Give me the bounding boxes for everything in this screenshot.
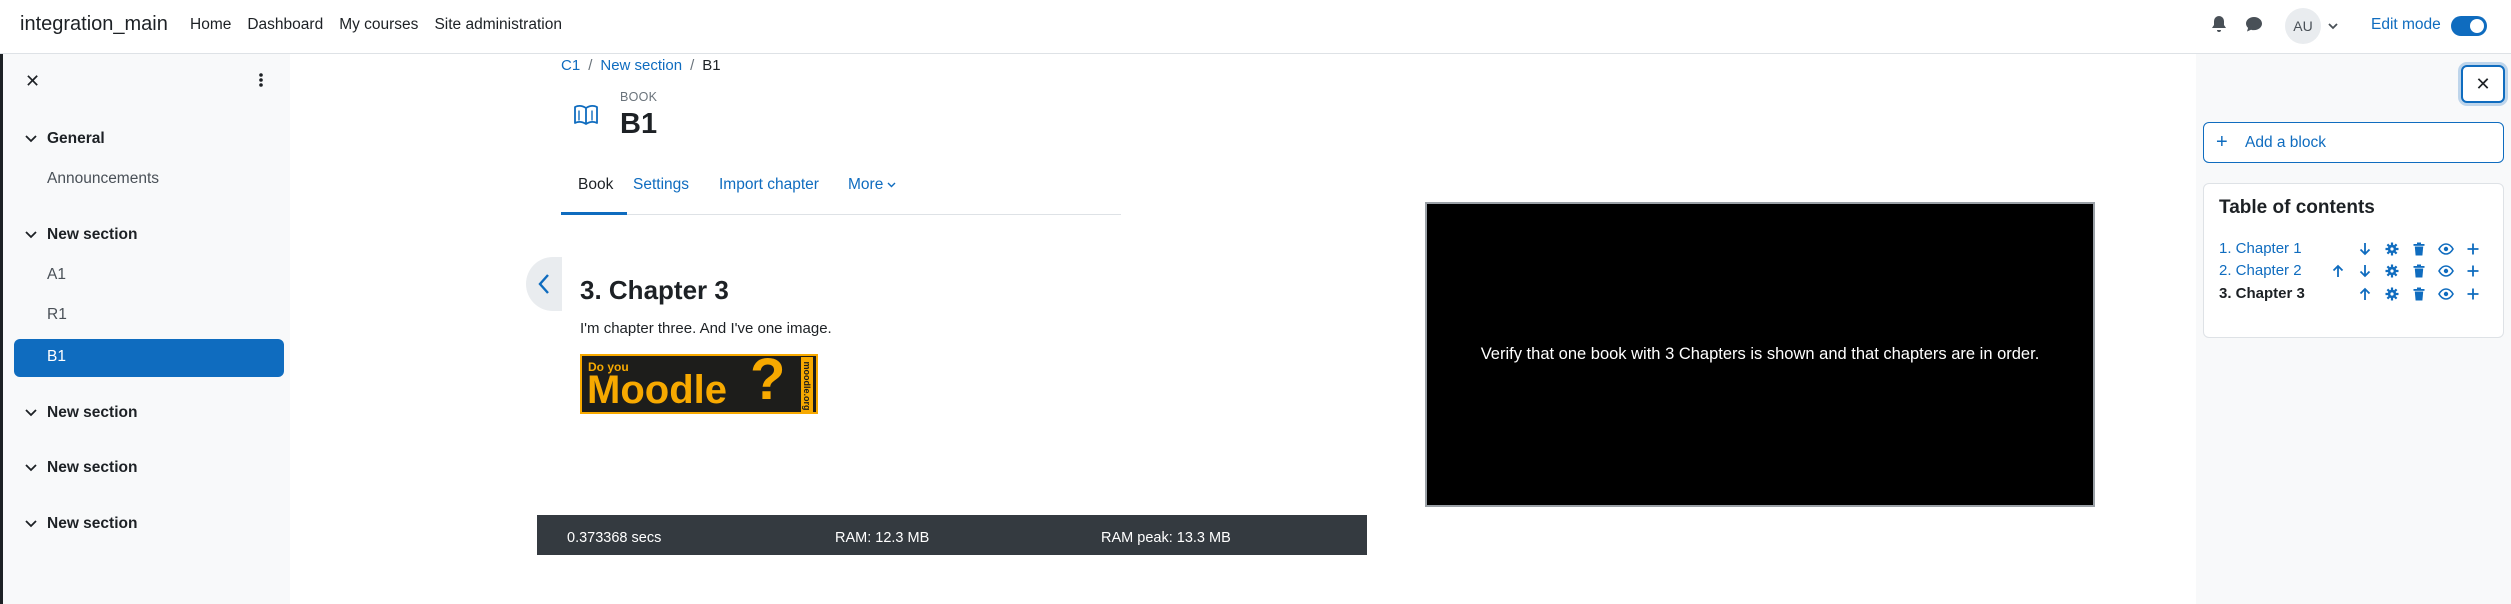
chevron-down-icon[interactable] bbox=[25, 230, 37, 240]
moodle-image: Do you Moodle ? moodle.org bbox=[580, 354, 818, 414]
course-item-announcements[interactable]: Announcements bbox=[47, 170, 159, 188]
performance-footer: 0.373368 secs RAM: 12.3 MB RAM peak: 13.… bbox=[537, 515, 1367, 555]
section-title: New section bbox=[47, 515, 138, 532]
trash-icon[interactable] bbox=[2405, 262, 2432, 280]
eye-icon[interactable] bbox=[2432, 240, 2459, 258]
plus-icon[interactable] bbox=[2459, 240, 2486, 258]
toc-chapter-3-actions bbox=[2351, 285, 2486, 303]
secondary-navigation: Book Settings Import chapter More bbox=[561, 165, 1121, 215]
gear-icon[interactable] bbox=[2378, 240, 2405, 258]
close-icon: ✕ bbox=[2475, 73, 2491, 94]
chevron-down-icon[interactable] bbox=[25, 519, 37, 529]
chevron-down-icon[interactable] bbox=[25, 134, 37, 144]
nav-site-administration[interactable]: Site administration bbox=[434, 16, 562, 34]
toc-chapter-1-actions bbox=[2351, 240, 2486, 258]
chevron-down-icon[interactable] bbox=[2327, 16, 2339, 36]
chevron-down-icon bbox=[887, 182, 896, 188]
course-item-b1-active[interactable]: B1 bbox=[14, 339, 284, 377]
chapter-text: I'm chapter three. And I've one image. bbox=[580, 320, 832, 337]
chat-icon[interactable] bbox=[2245, 15, 2263, 33]
breadcrumb-course[interactable]: C1 bbox=[561, 57, 580, 74]
arrow-down-icon[interactable] bbox=[2351, 262, 2378, 280]
breadcrumb: C1 / New section / B1 bbox=[561, 57, 721, 74]
tab-book[interactable]: Book bbox=[578, 176, 613, 194]
breadcrumb-separator: / bbox=[690, 57, 695, 74]
top-navbar: integration_main Home Dashboard My cours… bbox=[0, 0, 2511, 54]
trash-icon[interactable] bbox=[2405, 240, 2432, 258]
arrow-up-icon[interactable] bbox=[2324, 262, 2351, 280]
edit-mode-label: Edit mode bbox=[2371, 16, 2441, 33]
tab-import-chapter[interactable]: Import chapter bbox=[719, 176, 819, 194]
arrow-down-icon[interactable] bbox=[2351, 240, 2378, 258]
arrow-up-icon[interactable] bbox=[2351, 285, 2378, 303]
course-index-drawer: ✕ General Announcements New section A1 R… bbox=[3, 54, 290, 604]
course-item-a1[interactable]: A1 bbox=[47, 266, 66, 284]
section-general[interactable]: General bbox=[25, 130, 105, 148]
moodle-image-line2: Moodle bbox=[587, 368, 727, 412]
avatar[interactable]: AU bbox=[2285, 8, 2321, 44]
section-new-4[interactable]: New section bbox=[25, 515, 137, 533]
overlay-text: Verify that one book with 3 Chapters is … bbox=[1480, 345, 2040, 363]
plus-icon[interactable] bbox=[2459, 262, 2486, 280]
moodle-image-symbol: ? bbox=[750, 354, 786, 412]
chevron-down-icon[interactable] bbox=[25, 463, 37, 473]
tab-more-label: More bbox=[848, 176, 884, 193]
book-icon bbox=[573, 103, 599, 127]
plus-icon: + bbox=[2216, 131, 2228, 153]
chevron-left-icon bbox=[538, 274, 549, 294]
toc-chapter-2[interactable]: 2. Chapter 2 bbox=[2219, 262, 2302, 279]
footer-time: 0.373368 secs bbox=[567, 530, 662, 546]
edit-mode-toggle[interactable] bbox=[2451, 16, 2487, 36]
bell-icon[interactable] bbox=[2211, 15, 2227, 33]
nav-dashboard[interactable]: Dashboard bbox=[247, 16, 323, 34]
breadcrumb-separator: / bbox=[588, 57, 593, 74]
site-name[interactable]: integration_main bbox=[20, 13, 168, 36]
plus-icon[interactable] bbox=[2459, 285, 2486, 303]
toc-chapter-1[interactable]: 1. Chapter 1 bbox=[2219, 240, 2302, 257]
page-title: B1 bbox=[620, 108, 658, 140]
section-title: New section bbox=[47, 459, 138, 476]
section-title: General bbox=[47, 130, 105, 147]
primary-navigation: Home Dashboard My courses Site administr… bbox=[190, 16, 562, 34]
section-title: New section bbox=[47, 226, 138, 243]
activity-type-label: BOOK bbox=[620, 90, 658, 104]
gear-icon[interactable] bbox=[2378, 285, 2405, 303]
test-instruction-overlay: Verify that one book with 3 Chapters is … bbox=[1425, 202, 2095, 507]
section-new-3[interactable]: New section bbox=[25, 459, 137, 477]
close-block-drawer-button[interactable]: ✕ bbox=[2461, 65, 2505, 103]
tab-settings[interactable]: Settings bbox=[633, 176, 689, 194]
trash-icon[interactable] bbox=[2405, 285, 2432, 303]
footer-ram: RAM: 12.3 MB bbox=[835, 530, 930, 546]
active-tab-indicator bbox=[561, 212, 627, 215]
toc-chapter-3: 3. Chapter 3 bbox=[2219, 285, 2305, 302]
add-block-label: Add a block bbox=[2245, 134, 2326, 151]
section-new-2[interactable]: New section bbox=[25, 404, 137, 422]
tab-more[interactable]: More bbox=[848, 176, 896, 194]
breadcrumb-section[interactable]: New section bbox=[600, 57, 682, 74]
eye-icon[interactable] bbox=[2432, 285, 2459, 303]
section-title: New section bbox=[47, 404, 138, 421]
add-block-button[interactable]: + Add a block bbox=[2203, 122, 2504, 163]
course-item-r1[interactable]: R1 bbox=[47, 306, 67, 324]
moodle-image-side: moodle.org bbox=[801, 357, 813, 412]
breadcrumb-current: B1 bbox=[702, 57, 721, 74]
nav-my-courses[interactable]: My courses bbox=[339, 16, 418, 34]
gear-icon[interactable] bbox=[2378, 262, 2405, 280]
chevron-down-icon[interactable] bbox=[25, 408, 37, 418]
toc-chapter-2-actions bbox=[2324, 262, 2486, 280]
toc-title: Table of contents bbox=[2219, 197, 2375, 218]
close-icon[interactable]: ✕ bbox=[25, 71, 40, 92]
footer-ram-peak: RAM peak: 13.3 MB bbox=[1101, 530, 1231, 546]
eye-icon[interactable] bbox=[2432, 262, 2459, 280]
kebab-icon[interactable] bbox=[258, 71, 264, 89]
chapter-title: 3. Chapter 3 bbox=[580, 275, 729, 305]
nav-home[interactable]: Home bbox=[190, 16, 231, 34]
section-new-1[interactable]: New section bbox=[25, 226, 137, 244]
